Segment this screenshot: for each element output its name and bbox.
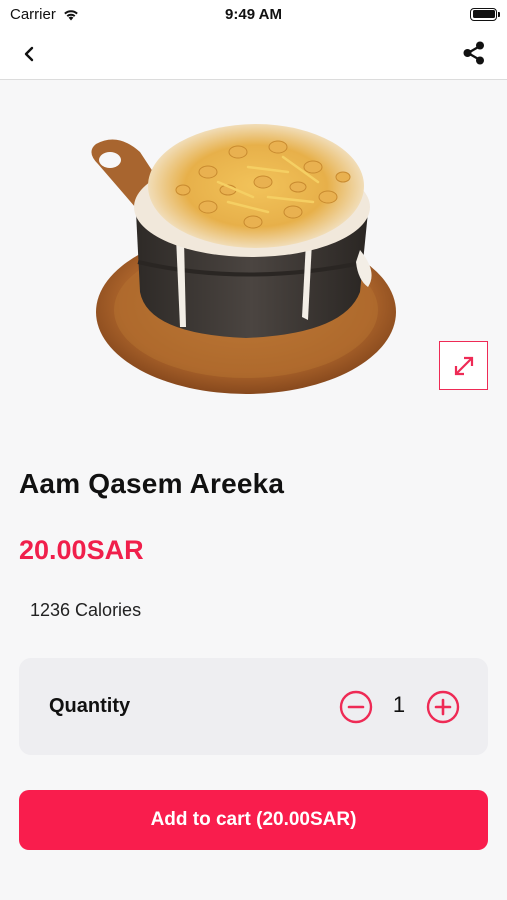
- product-image: [91, 124, 396, 394]
- battery-level: [472, 10, 495, 18]
- chevron-left-icon: [24, 46, 34, 62]
- product-calories: 1236 Calories: [30, 600, 142, 620]
- quantity-value: 1: [392, 692, 406, 717]
- share-button[interactable]: [459, 38, 489, 68]
- quantity-card: Quantity 1: [19, 658, 488, 755]
- nav-bar: [0, 28, 507, 80]
- product-name: Aam Qasem Areeka: [19, 468, 285, 499]
- add-to-cart-button[interactable]: Add to cart (20.00SAR): [19, 790, 488, 850]
- product-price: 20.00SAR: [19, 535, 144, 565]
- battery-icon: [470, 7, 500, 21]
- share-icon: [463, 41, 484, 65]
- minus-circle-icon: [339, 690, 373, 724]
- wifi-icon: [64, 9, 78, 20]
- plus-circle-icon: [426, 690, 460, 724]
- increase-quantity-button[interactable]: [426, 690, 460, 724]
- carrier-label: Carrier: [10, 5, 56, 23]
- expand-image-button[interactable]: [439, 341, 488, 390]
- decrease-quantity-button[interactable]: [339, 690, 373, 724]
- quantity-label: Quantity: [49, 695, 131, 717]
- status-bar: Carrier 9:49 AM: [0, 0, 507, 28]
- status-left: Carrier: [10, 6, 80, 23]
- expand-icon: [454, 356, 473, 375]
- back-button[interactable]: [14, 40, 44, 68]
